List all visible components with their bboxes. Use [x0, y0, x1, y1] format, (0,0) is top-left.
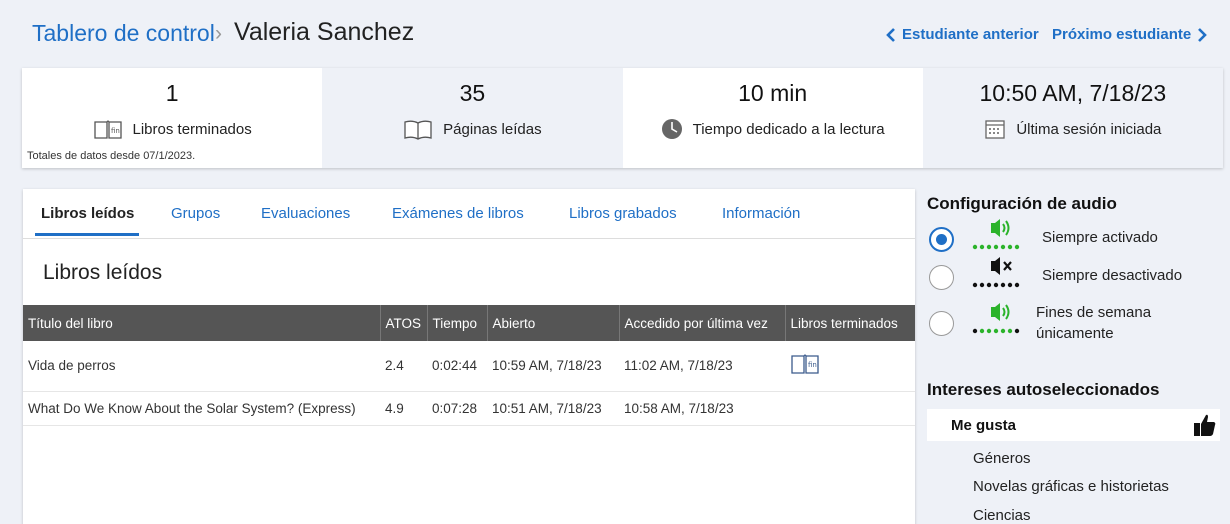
book-title[interactable]: Vida de perros [23, 341, 380, 392]
books-finished-label: Libros terminados [132, 120, 252, 138]
pages-read-value: 35 [459, 80, 486, 106]
tab-groups[interactable]: Grupos [171, 205, 220, 222]
next-student-link[interactable]: Próximo estudiante [1052, 26, 1209, 43]
stats-bar: 1 fin Libros terminados Totales de datos… [22, 68, 1223, 168]
data-totals-footnote: Totales de datos desde 07/1/2023. [27, 150, 196, 162]
column-header-last-access[interactable]: Accedido por última vez [619, 305, 786, 341]
audio-option-weekends[interactable]: Fines de semana únicamente [929, 303, 1219, 355]
interests-title: Intereses autoseleccionados [927, 380, 1160, 399]
breadcrumb-dashboard-link[interactable]: Tablero de control [32, 20, 215, 47]
tab-information[interactable]: Información [722, 205, 800, 222]
audio-option-always-off[interactable]: Siempre desactivado [929, 257, 1219, 293]
stat-pages-read: 35 Páginas leídas [322, 68, 623, 168]
tab-bar: Libros leídos Grupos Evaluaciones Exámen… [23, 189, 915, 239]
section-title: Libros leídos [43, 261, 163, 284]
audio-settings-title: Configuración de audio [927, 194, 1117, 213]
audio-option-label: Siempre activado [1042, 229, 1158, 246]
last-session-label: Última sesión iniciada [1016, 120, 1162, 138]
column-header-finished[interactable]: Libros terminados [785, 305, 915, 341]
book-fin-icon: fin [93, 120, 122, 139]
table-row[interactable]: Vida de perros 2.4 0:02:44 10:59 AM, 7/1… [23, 341, 915, 392]
tab-assessments[interactable]: Evaluaciones [261, 205, 350, 222]
stat-reading-time: 10 min Tiempo dedicado a la lectura [622, 68, 923, 168]
stat-last-session: 10:50 AM, 7/18/23 Última sesión iniciada [922, 68, 1223, 168]
audio-option-label-line2: únicamente [1036, 325, 1114, 342]
speaker-weekend-icon [972, 303, 1020, 334]
reading-time-value: 10 min [738, 80, 808, 106]
next-student-label: Próximo estudiante [1052, 26, 1192, 43]
stat-books-finished: 1 fin Libros terminados Totales de datos… [22, 68, 323, 168]
column-header-time[interactable]: Tiempo [427, 305, 488, 341]
column-header-atos[interactable]: ATOS [380, 305, 428, 341]
likes-label: Me gusta [951, 417, 1017, 434]
page-title: Valeria Sanchez [234, 18, 415, 46]
table-header-row: Título del libro ATOS Tiempo Abierto Acc… [23, 305, 915, 341]
likes-header[interactable]: Me gusta [927, 409, 1220, 441]
book-finished-cell [785, 391, 915, 426]
radio-weekends-only[interactable] [929, 311, 954, 336]
clock-icon [661, 119, 682, 139]
radio-always-on[interactable] [929, 227, 954, 252]
previous-student-link[interactable]: Estudiante anterior [884, 26, 1039, 43]
column-header-opened[interactable]: Abierto [487, 305, 620, 341]
open-book-icon [404, 120, 432, 140]
pages-read-label: Páginas leídas [443, 120, 542, 138]
chevron-left-icon [886, 27, 895, 42]
chevron-right-icon [1198, 27, 1208, 42]
previous-student-label: Estudiante anterior [902, 26, 1039, 43]
last-session-value: 10:50 AM, 7/18/23 [979, 80, 1167, 106]
interest-item: Novelas gráficas e historietas [973, 478, 1169, 495]
book-atos: 2.4 [380, 341, 427, 392]
books-read-card: Libros leídos Grupos Evaluaciones Exámen… [23, 189, 915, 524]
speaker-muted-icon [972, 257, 1020, 288]
reading-time-label: Tiempo dedicado a la lectura [692, 120, 885, 138]
thumbs-up-icon [1194, 414, 1216, 436]
active-tab-indicator [35, 233, 139, 236]
book-time: 0:02:44 [427, 341, 487, 392]
table-row[interactable]: What Do We Know About the Solar System? … [23, 391, 915, 426]
book-atos: 4.9 [380, 391, 427, 426]
book-fin-icon: fin [791, 354, 819, 374]
book-opened: 10:51 AM, 7/18/23 [487, 391, 619, 426]
tab-book-quizzes[interactable]: Exámenes de libros [392, 205, 524, 222]
column-header-title[interactable]: Título del libro [23, 305, 381, 341]
calendar-icon [985, 120, 1005, 139]
interest-item: Géneros [973, 450, 1031, 467]
book-title[interactable]: What Do We Know About the Solar System? … [23, 391, 380, 426]
books-table: Título del libro ATOS Tiempo Abierto Acc… [23, 305, 915, 426]
book-time: 0:07:28 [427, 391, 487, 426]
audio-option-label: Siempre desactivado [1042, 267, 1183, 284]
book-last-access: 10:58 AM, 7/18/23 [619, 391, 785, 426]
page-header: Tablero de control › Valeria Sanchez Est… [32, 18, 1210, 52]
book-finished-cell: fin [785, 341, 915, 392]
audio-option-always-on[interactable]: Siempre activado [929, 219, 1219, 255]
speaker-on-icon [972, 219, 1020, 250]
audio-option-label-line1: Fines de semana [1036, 304, 1152, 321]
interest-item: Ciencias [973, 507, 1031, 524]
radio-always-off[interactable] [929, 265, 954, 290]
book-last-access: 11:02 AM, 7/18/23 [619, 341, 785, 392]
tab-books-read[interactable]: Libros leídos [41, 205, 134, 222]
svg-text:fin: fin [808, 361, 817, 369]
breadcrumb-separator: › [215, 22, 222, 45]
book-opened: 10:59 AM, 7/18/23 [487, 341, 619, 392]
audio-option-label: Fines de semana únicamente [1036, 302, 1151, 344]
svg-text:fin: fin [111, 127, 120, 135]
books-finished-value: 1 [165, 80, 179, 106]
tab-recorded-books[interactable]: Libros grabados [569, 205, 677, 222]
